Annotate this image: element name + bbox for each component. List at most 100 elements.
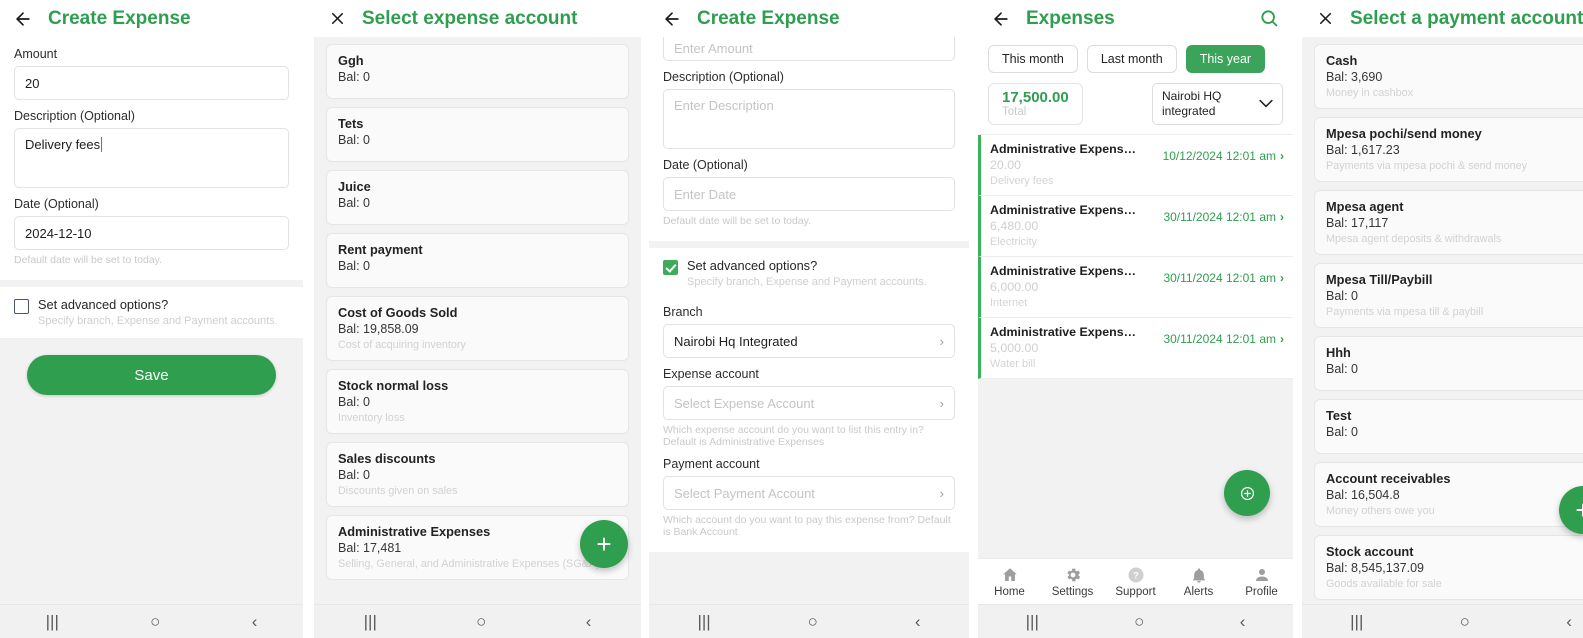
description-input[interactable]: Delivery fees [14,128,289,188]
expense-amount: 6,480.00 [990,219,1039,233]
advanced-options-checkbox[interactable] [663,260,678,275]
expense-title: Administrative Expens… [990,142,1136,156]
branch-select[interactable]: Nairobi Hq Integrated › [663,324,955,359]
home-icon[interactable]: ○ [808,613,818,630]
chevron-right-icon: › [939,395,944,411]
recents-icon[interactable]: ||| [697,613,710,630]
advanced-options-row[interactable]: Set advanced options? Specify branch, Ex… [649,248,969,300]
save-button[interactable]: Save [27,355,276,396]
list-item[interactable]: Mpesa Till/Paybill Bal: 0 Payments via m… [1314,263,1583,328]
list-item[interactable]: Stock account Bal: 8,545,137.09 Goods av… [1314,535,1583,600]
bell-icon [1190,566,1208,584]
list-item[interactable]: Cost of Goods Sold Bal: 19,858.09 Cost o… [326,296,629,361]
total-value: 17,500.00 [1002,89,1069,106]
back-icon[interactable]: ‹ [1566,613,1572,630]
list-item[interactable]: Mpesa pochi/send money Bal: 1,617.23 Pay… [1314,117,1583,182]
back-icon[interactable]: ‹ [252,613,258,630]
expense-note: Water bill [990,358,1036,370]
form-scroll-area: Amount 20 Description (Optional) Deliver… [0,37,303,604]
back-icon[interactable]: ‹ [915,613,921,630]
list-item[interactable]: Hhh Bal: 0 [1314,336,1583,391]
date-input[interactable]: Enter Date [663,177,955,211]
date-filter-chips: This month Last month This year [978,37,1293,81]
table-row[interactable]: Administrative Expens… 6,480.00 Electric… [978,196,1293,257]
table-row[interactable]: Administrative Expens… 5,000.00 Water bi… [978,318,1293,379]
home-icon[interactable]: ○ [476,613,486,630]
recents-icon[interactable]: ||| [1026,613,1039,630]
list-item[interactable]: Juice Bal: 0 [326,170,629,225]
list-item[interactable]: Account receivables Bal: 16,504.8 Money … [1314,462,1583,527]
recents-icon[interactable]: ||| [1350,613,1363,630]
back-icon[interactable]: ‹ [1240,613,1246,630]
filter-chip-this-month[interactable]: This month [988,45,1078,73]
home-icon[interactable]: ○ [1460,613,1470,630]
bottom-tab-bar: Home Settings ? Support Alerts Profile [978,558,1293,604]
home-icon[interactable]: ○ [1134,613,1144,630]
page-title: Create Expense [48,7,191,29]
filter-chip-last-month[interactable]: Last month [1086,45,1177,73]
payment-account-select[interactable]: Select Payment Account › [663,476,955,511]
tab-settings[interactable]: Settings [1041,566,1104,598]
account-description: Payments via mpesa till & paybill [1326,306,1484,318]
list-item[interactable]: Ggh Bal: 0 [326,44,629,99]
chevron-down-icon [1259,97,1273,111]
expense-amount: 5,000.00 [990,341,1039,355]
back-icon[interactable]: ‹ [586,613,592,630]
list-item[interactable]: Test Bal: 0 [1314,399,1583,454]
recents-icon[interactable]: ||| [46,613,59,630]
home-icon[interactable]: ○ [150,613,160,630]
advanced-options-row[interactable]: Set advanced options? Specify branch, Ex… [0,287,303,339]
account-scroll-area: Ggh Bal: 0 Tets Bal: 0 Juice Bal: 0 Rent… [314,37,641,604]
filter-chip-this-year[interactable]: This year [1185,45,1266,73]
amount-input[interactable]: Enter Amount [663,37,955,61]
table-row[interactable]: Administrative Expens… 20.00 Delivery fe… [978,135,1293,196]
tab-support[interactable]: ? Support [1104,566,1167,598]
description-label: Description (Optional) [663,70,784,84]
chevron-right-icon: › [1280,332,1284,346]
expense-account-select[interactable]: Select Expense Account › [663,386,955,421]
expense-account-hint: Which expense account do you want to lis… [663,424,924,449]
account-name: Stock account [1326,544,1414,559]
panel-gap [303,0,314,638]
account-name: Cost of Goods Sold [338,305,458,320]
account-name: Tets [338,116,364,131]
account-balance: Bal: 17,117 [1326,216,1389,230]
expense-note: Internet [990,297,1028,309]
arrow-left-icon[interactable] [990,8,1012,30]
list-item[interactable]: Sales discounts Bal: 0 Discounts given o… [326,442,629,507]
account-balance: Bal: 1,617.23 [1326,143,1400,157]
account-name: Ggh [338,53,364,68]
expense-title: Administrative Expens… [990,264,1136,278]
list-item[interactable]: Cash Bal: 3,690 Money in cashbox [1314,44,1583,109]
add-account-fab[interactable]: + [580,520,628,568]
account-name: Test [1326,408,1352,423]
amount-input[interactable]: 20 [14,66,289,100]
advanced-options-checkbox[interactable] [14,299,29,314]
recents-icon[interactable]: ||| [364,613,377,630]
list-item[interactable]: Tets Bal: 0 [326,107,629,162]
search-icon[interactable] [1259,8,1281,30]
account-name: Cash [1326,53,1358,68]
expenses-scroll-area: This month Last month This year 17,500.0… [978,37,1293,558]
tab-alerts[interactable]: Alerts [1167,566,1230,598]
tab-home[interactable]: Home [978,566,1041,598]
arrow-left-icon[interactable] [12,8,34,30]
arrow-left-icon[interactable] [661,8,683,30]
table-row[interactable]: Administrative Expens… 6,000.00 Internet… [978,257,1293,318]
description-input[interactable]: Enter Description [663,89,955,149]
add-expense-fab[interactable] [1224,470,1270,516]
list-item[interactable]: Mpesa agent Bal: 17,117 Mpesa agent depo… [1314,190,1583,255]
summary-row: 17,500.00 Total Nairobi HQ integrated [978,81,1293,135]
tab-profile[interactable]: Profile [1230,566,1293,598]
close-icon[interactable] [1314,8,1336,30]
list-item[interactable]: Rent payment Bal: 0 [326,233,629,288]
account-name: Stock normal loss [338,378,449,393]
close-icon[interactable] [326,8,348,30]
list-item[interactable]: Stock normal loss Bal: 0 Inventory loss [326,369,629,434]
account-balance: Bal: 0 [338,468,370,482]
branch-dropdown[interactable]: Nairobi HQ integrated [1152,83,1283,125]
account-description: Money in cashbox [1326,87,1414,99]
appbar: Select expense account [314,0,641,37]
date-input[interactable]: 2024-12-10 [14,216,289,250]
expense-title: Administrative Expens… [990,325,1136,339]
